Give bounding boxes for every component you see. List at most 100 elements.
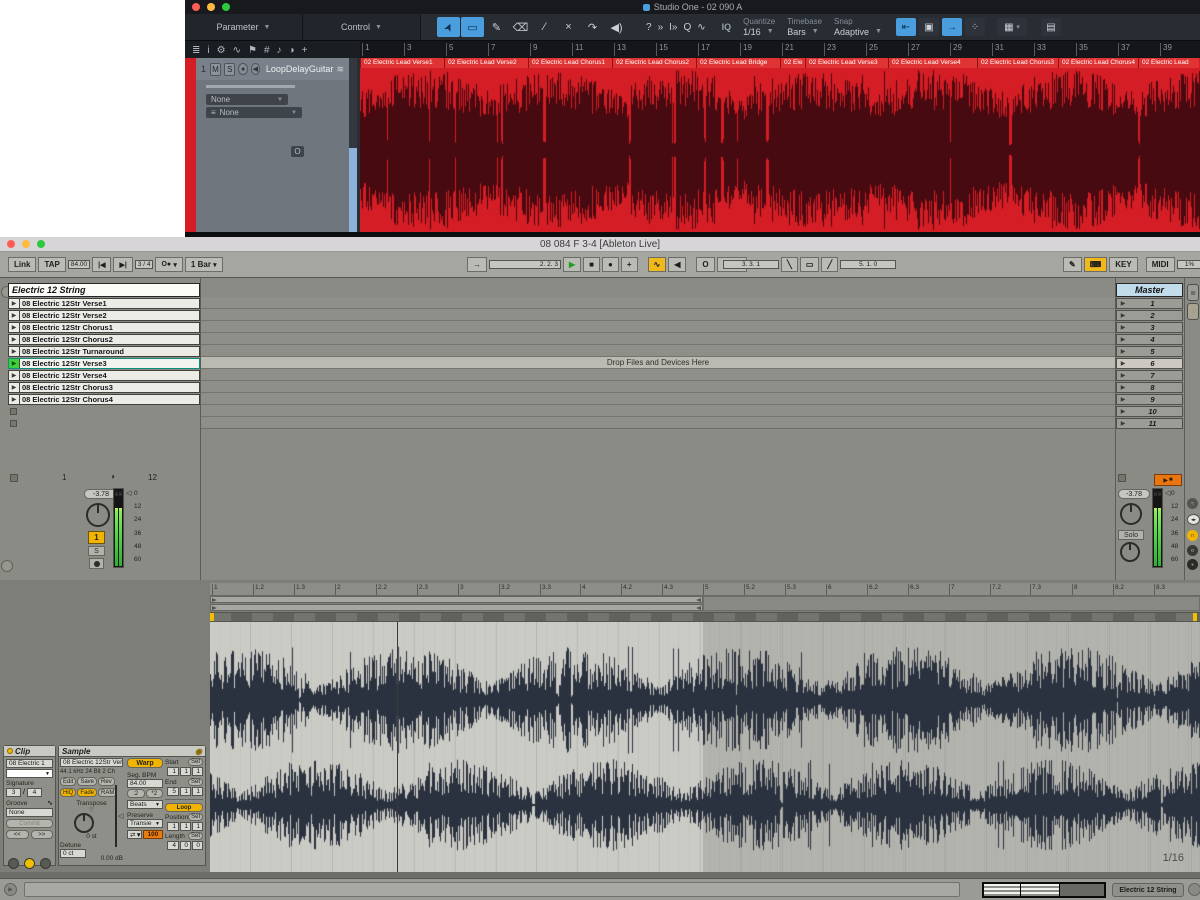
end-beats[interactable]: 1 xyxy=(180,787,191,796)
punch-in-button[interactable]: ╲ xyxy=(781,257,798,272)
start-bars[interactable]: 1 xyxy=(167,767,179,776)
parameter-dropdown[interactable]: Parameter▼ xyxy=(185,14,303,40)
reverse-button[interactable]: Rev xyxy=(98,777,115,786)
scene-launch-button[interactable]: ▶ xyxy=(1117,384,1129,391)
start-set-button[interactable]: Set xyxy=(188,758,203,766)
timebase-combo[interactable]: Timebase Bars▼ xyxy=(787,17,822,37)
solo-button[interactable]: S xyxy=(88,546,105,556)
length-beats[interactable]: 0 xyxy=(180,841,191,850)
signature-numerator[interactable]: 3 xyxy=(6,788,21,797)
arrangement-clip[interactable]: 02 Electric Lead xyxy=(1138,58,1199,68)
transients-chooser[interactable]: Transie▼ xyxy=(127,819,163,828)
add-track-icon[interactable]: + xyxy=(302,45,308,56)
file-browser-toggle[interactable]: ⫶ xyxy=(1187,303,1199,320)
computer-midi-keyboard-button[interactable]: ⌨ xyxy=(1084,257,1108,272)
curve-icon[interactable]: ∿ xyxy=(697,22,705,33)
arrangement-clip[interactable]: 02 Electric Lead Verse1 xyxy=(360,58,444,68)
metronome-button[interactable]: O● ▾ xyxy=(155,257,182,272)
scene-launch-button[interactable]: ▶ xyxy=(1117,360,1129,367)
clip-launch-button[interactable]: ▶ xyxy=(9,299,20,308)
help-button[interactable]: ? xyxy=(646,22,652,33)
sample-box-toggle[interactable] xyxy=(24,858,35,869)
clip-slot[interactable]: ▶ 08 Electric 12Str Chorus3 xyxy=(8,382,200,393)
solo-button[interactable]: S xyxy=(224,63,235,76)
show-mixer-toggle[interactable] xyxy=(1,560,13,572)
record-button[interactable]: ● xyxy=(602,257,619,272)
pan-knob[interactable] xyxy=(86,503,110,527)
draw-mode-button[interactable]: ✎ xyxy=(1063,257,1082,272)
session-record-button[interactable]: O xyxy=(696,257,714,272)
preview-button[interactable]: ▶ xyxy=(4,883,17,896)
nudge-down-button[interactable]: |◀ xyxy=(92,257,111,272)
open-insert-button[interactable]: O xyxy=(291,146,304,157)
menu-icon[interactable]: ≣ xyxy=(192,45,200,56)
arrangement-clip[interactable]: 02 Electric Lead Verse2 xyxy=(444,58,528,68)
track-input-channel[interactable]: 1 xyxy=(62,473,66,482)
midi-map-button[interactable]: MIDI xyxy=(1146,257,1175,272)
start-flag[interactable] xyxy=(210,613,214,621)
clip-launch-button[interactable]: ▶ xyxy=(9,311,20,320)
empty-clip-slot[interactable] xyxy=(8,406,200,417)
position-set-button[interactable]: Set xyxy=(188,813,203,821)
arrangement-clip[interactable]: 02 Ele xyxy=(780,58,805,68)
seg-bpm-field[interactable]: 84.00 xyxy=(127,779,163,788)
gain-slider[interactable] xyxy=(115,785,117,847)
clip-slot[interactable]: ▶ 08 Electric 12Str Turnaround xyxy=(8,346,200,357)
clip-slot[interactable]: ▶ 08 Electric 12Str Verse1 xyxy=(8,298,200,309)
end-marker[interactable] xyxy=(696,606,701,610)
clip-launch-button[interactable]: ▶ xyxy=(9,359,20,368)
end-set-button[interactable]: Set xyxy=(188,778,203,786)
stop-all-clips-button[interactable]: ▶■ xyxy=(1154,474,1182,486)
hiq-button[interactable]: HiQ xyxy=(60,788,76,797)
transient-loop-mode[interactable]: ⇄▼ xyxy=(127,830,142,839)
scene-launch-button[interactable]: ▶ xyxy=(1117,300,1129,307)
clip-slot[interactable]: ▶ 08 Electric 12Str Chorus4 xyxy=(8,394,200,405)
length-bars[interactable]: 4 xyxy=(167,841,179,850)
arm-button[interactable] xyxy=(89,558,104,569)
link-button[interactable]: Link xyxy=(8,257,36,272)
back-to-arrangement-button[interactable]: ◀ xyxy=(668,257,686,272)
transient-envelope-field[interactable]: 100 xyxy=(143,830,163,839)
scene-slot[interactable]: ▶ 2 xyxy=(1116,310,1183,321)
scene-launch-button[interactable]: ▶ xyxy=(1117,348,1129,355)
record-arm-button[interactable]: ● xyxy=(238,63,247,75)
control-dropdown[interactable]: Control▼ xyxy=(303,14,421,40)
start-beats[interactable]: 1 xyxy=(180,767,191,776)
clip-slot[interactable]: ▶ 08 Electric 12Str Verse3 xyxy=(8,358,200,369)
track-activator-button[interactable]: 1 xyxy=(88,531,105,544)
half-tempo-button[interactable]: :2 xyxy=(127,789,145,798)
insert-slot[interactable]: None▼ xyxy=(206,94,288,105)
end-sixteenths[interactable]: 1 xyxy=(192,787,203,796)
fade-button[interactable]: Fade xyxy=(77,788,97,797)
master-title[interactable]: Master xyxy=(1116,283,1183,297)
scene-launch-button[interactable]: ▶ xyxy=(1117,324,1129,331)
loop-start-field[interactable]: 3. 3. 1 xyxy=(723,260,779,269)
master-pan-knob[interactable] xyxy=(1120,503,1142,525)
scene-slot[interactable]: ▶ 4 xyxy=(1116,334,1183,345)
clip-launch-button[interactable]: ▶ xyxy=(9,323,20,332)
clip-color-chooser[interactable]: ▼ xyxy=(6,769,53,778)
warp-mode-chooser[interactable]: Beats▼ xyxy=(127,800,163,809)
clip-launch-button[interactable]: ▶ xyxy=(9,383,20,392)
clip-stop-button[interactable] xyxy=(10,420,17,427)
arrow-tool-button[interactable]: ➤ xyxy=(437,17,460,37)
volume-bar[interactable] xyxy=(206,85,295,88)
master-volume-field[interactable]: -3.78 xyxy=(1118,489,1150,499)
snap-combo[interactable]: Snap Adaptive▼ xyxy=(834,17,882,37)
clock-icon[interactable]: ◑ xyxy=(289,45,295,56)
range-tool-button[interactable]: ▭ xyxy=(461,17,484,37)
punch-out-button[interactable]: ╱ xyxy=(821,257,838,272)
track-title[interactable]: Electric 12 String xyxy=(8,283,200,297)
scene-launch-button[interactable]: ▶ xyxy=(1117,336,1129,343)
sample-display[interactable]: 11.21.322.22.333.23.344.24.355.25.366.26… xyxy=(210,583,1200,872)
clip-stop-button[interactable] xyxy=(10,408,17,415)
listen-tool-button[interactable]: ◀) xyxy=(605,17,628,37)
crosshair-button[interactable]: ⁘ xyxy=(965,18,985,36)
fast-forward-icon[interactable]: » xyxy=(658,22,664,33)
signature-denominator[interactable]: 4 xyxy=(27,788,42,797)
clip-color-icon[interactable] xyxy=(7,748,13,754)
gain-handle-icon[interactable]: ◁ xyxy=(118,812,123,820)
scene-launch-button[interactable]: ▶ xyxy=(1117,396,1129,403)
groove-icon[interactable]: ∿ xyxy=(47,799,53,807)
input-slot[interactable]: ≡ None▼ xyxy=(206,107,302,118)
